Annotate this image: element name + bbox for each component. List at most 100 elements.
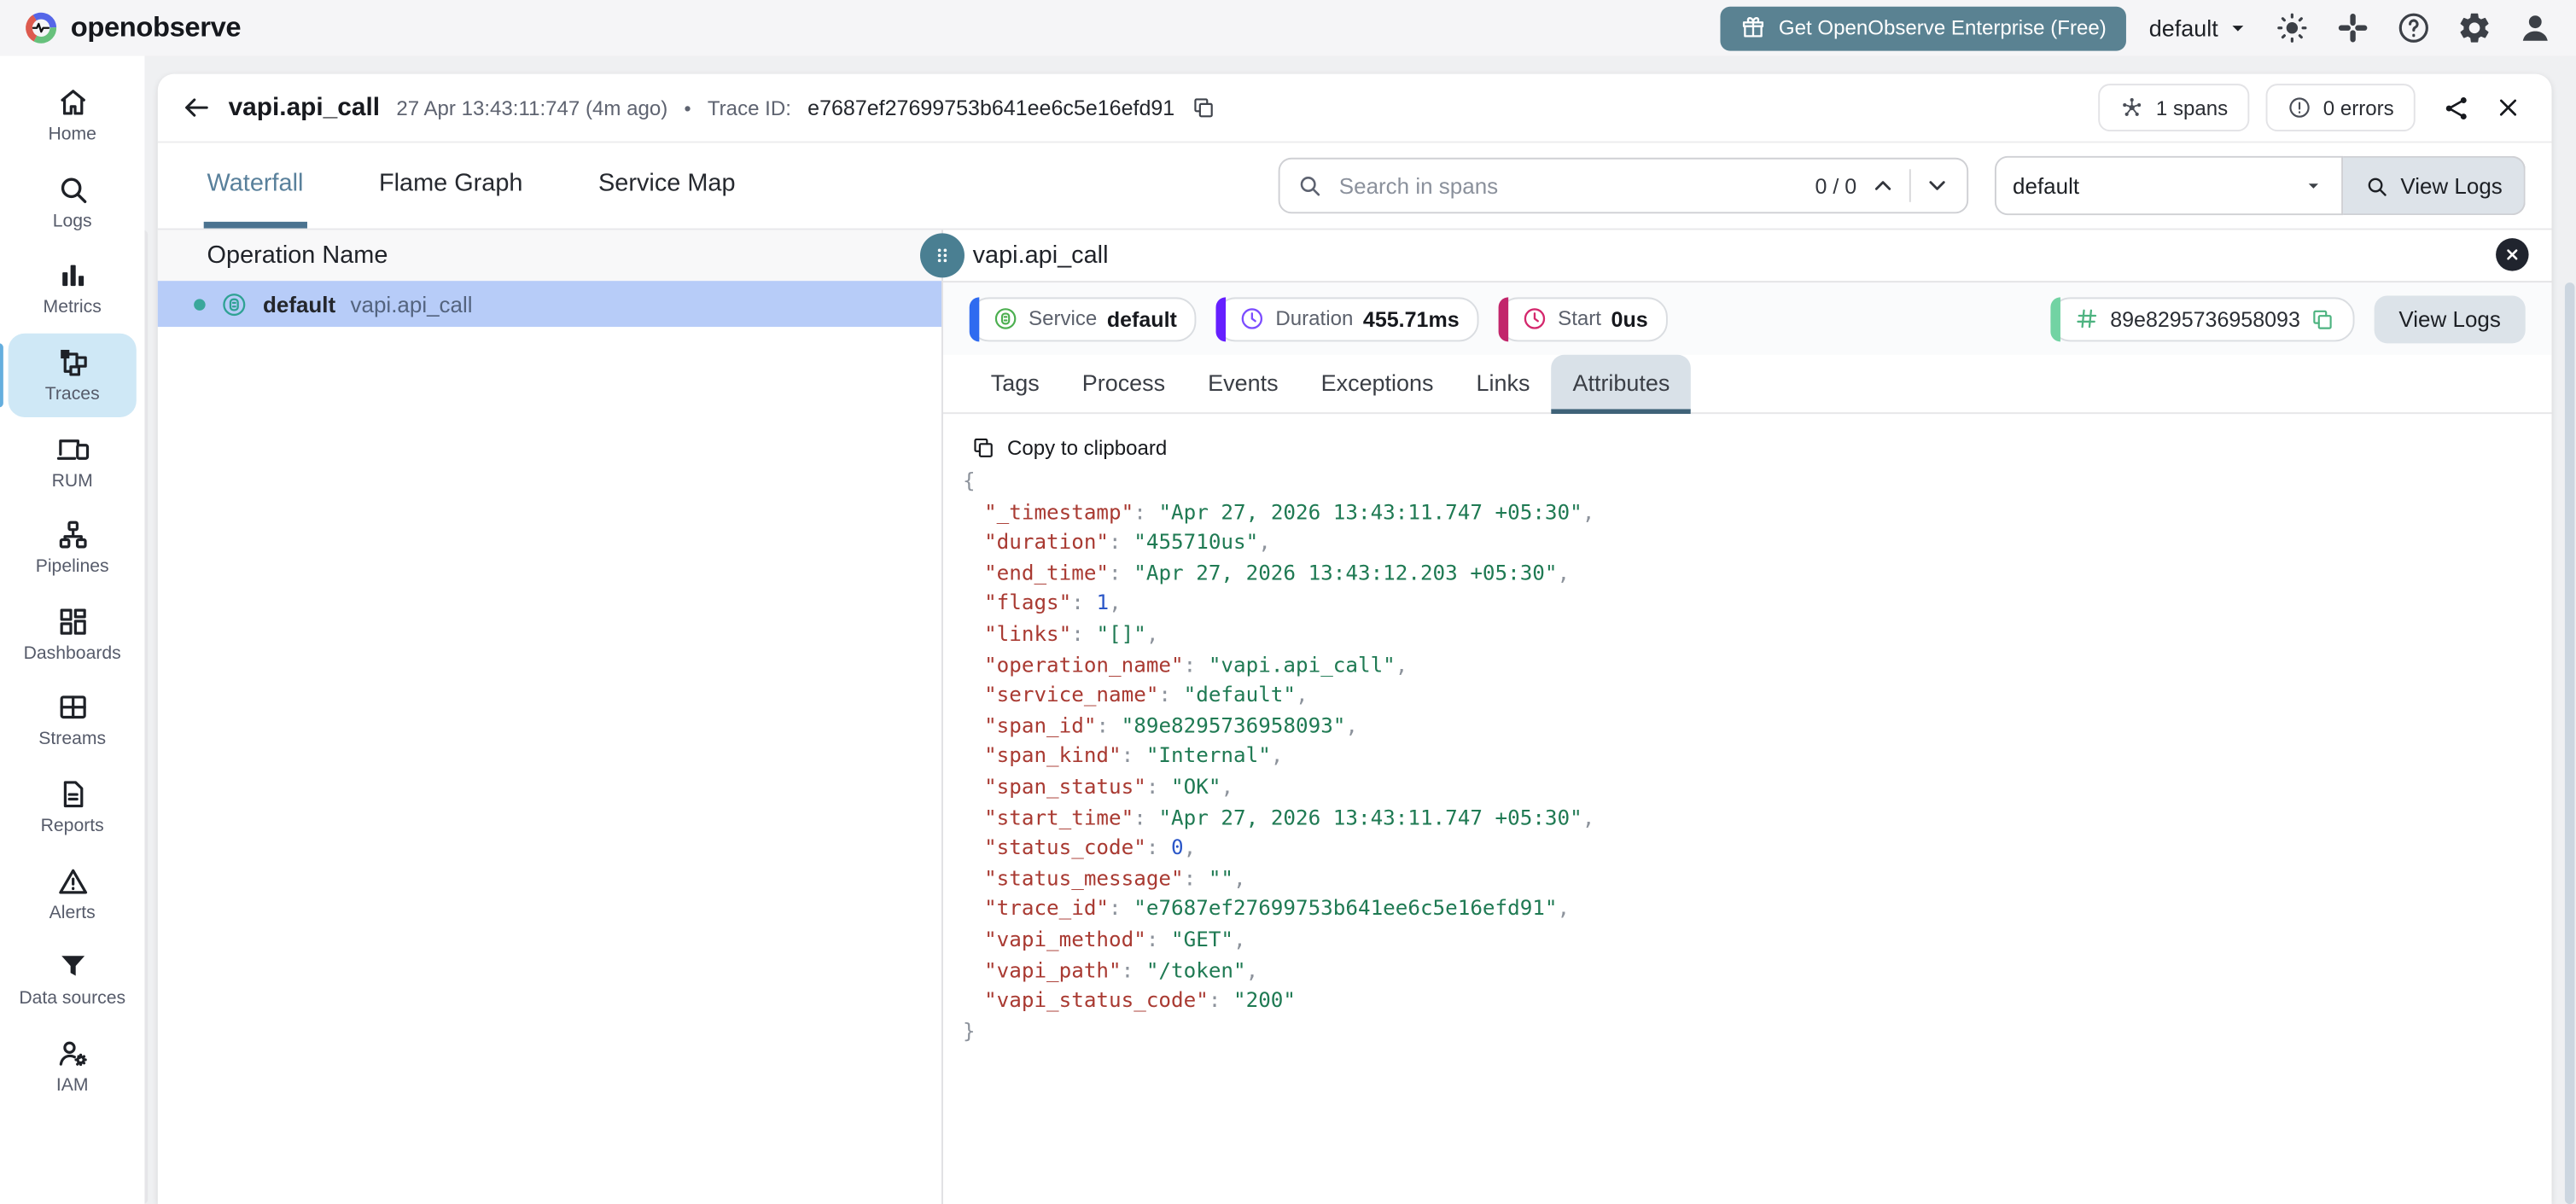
chevron-up-icon[interactable] (1870, 172, 1897, 199)
sidebar-item-traces[interactable]: Traces (9, 334, 137, 416)
sidebar-item-streams[interactable]: Streams (9, 679, 137, 762)
sidebar-item-label: Alerts (50, 903, 96, 923)
attribute-line: "duration": "455710us", (963, 527, 2551, 558)
top-bar: openobserve Get OpenObserve Enterprise (… (0, 0, 2576, 55)
json-token: , (1233, 865, 1246, 890)
tab-flame-graph[interactable]: Flame Graph (376, 143, 526, 228)
sidebar-item-label: Metrics (44, 298, 102, 318)
chip-accent (1499, 296, 1509, 340)
drag-handle-icon[interactable] (920, 233, 965, 277)
json-key: "service_name" (984, 682, 1158, 707)
chip-label: Service (1029, 307, 1097, 330)
sidebar-item-dashboards[interactable]: Dashboards (9, 593, 137, 676)
span-id-chip: 89e8295736958093 (2051, 296, 2355, 340)
json-key: "end_time" (984, 560, 1109, 585)
close-span-panel-icon[interactable] (2496, 238, 2529, 271)
sidebar-item-reports[interactable]: Reports (9, 765, 137, 848)
openobserve-logo[interactable]: openobserve (23, 10, 241, 46)
chevron-down-icon[interactable] (1924, 172, 1950, 199)
operation-name-header: Operation Name (158, 230, 941, 282)
home-icon (55, 85, 89, 119)
gear-icon[interactable] (2457, 10, 2492, 46)
clock-icon (1239, 305, 1266, 332)
slack-icon[interactable] (2334, 10, 2370, 46)
bars-icon (55, 259, 89, 293)
sidebar-item-label: Data sources (19, 990, 125, 1010)
json-token: , (1146, 621, 1159, 646)
stream-selector-value: default (2013, 173, 2079, 198)
tab-tags[interactable]: Tags (970, 355, 1061, 414)
json-key: "duration" (984, 529, 1109, 554)
json-token: "Apr 27, 2026 13:43:11.747 +05:30" (1158, 804, 1582, 829)
json-token: , (1258, 529, 1271, 554)
spans-count-badge: 1 spans (2098, 84, 2249, 131)
attribute-line: "operation_name": "vapi.api_call", (963, 649, 2551, 680)
sidebar-active-indicator (0, 343, 3, 406)
attribute-line: "service_name": "default", (963, 680, 2551, 711)
sidebar-item-data-sources[interactable]: Data sources (9, 939, 137, 1021)
span-panel-header: vapi.api_call (943, 230, 2552, 283)
sidebar-item-rum[interactable]: RUM (9, 420, 137, 503)
tab-attributes[interactable]: Attributes (1551, 355, 1691, 414)
attribute-line: "vapi_method": "GET", (963, 925, 2551, 956)
json-token: "89e8295736958093" (1122, 713, 1346, 737)
right-scrollbar[interactable] (2565, 282, 2575, 1204)
json-token: , (1296, 682, 1308, 707)
sidebar-item-logs[interactable]: Logs (9, 160, 137, 243)
json-token: : (1071, 590, 1096, 615)
trace-header: vapi.api_call 27 Apr 13:43:11:747 (4m ag… (158, 74, 2552, 143)
json-token: , (1345, 713, 1358, 737)
attribute-line: "span_kind": "Internal", (963, 742, 2551, 772)
waterfall-content: Operation Name default vapi.api_call (158, 230, 2552, 1204)
tab-events[interactable]: Events (1186, 355, 1299, 414)
person-icon[interactable] (2517, 10, 2553, 46)
json-token: : (1184, 651, 1209, 676)
span-operation-name: vapi.api_call (351, 292, 473, 317)
service-icon (220, 290, 248, 318)
json-key: "span_status" (984, 774, 1146, 799)
copy-trace-id-icon[interactable] (1191, 96, 1215, 120)
view-logs-button[interactable]: View Logs (2343, 156, 2526, 215)
copy-span-id-icon[interactable] (2310, 306, 2334, 331)
json-token: : (1122, 743, 1146, 768)
json-token: "200" (1233, 987, 1296, 1012)
sidebar-item-home[interactable]: Home (9, 74, 137, 157)
span-row[interactable]: default vapi.api_call (158, 281, 941, 327)
span-details-panel: vapi.api_call ServicedefaultDuration455.… (943, 230, 2552, 1204)
back-arrow-icon[interactable] (181, 92, 213, 124)
json-token: , (1271, 743, 1284, 768)
attribute-line: "links": "[]", (963, 619, 2551, 650)
caret-down-icon (2302, 174, 2325, 197)
openobserve-logo-icon (23, 10, 59, 46)
share-icon[interactable] (2442, 93, 2472, 123)
tab-links[interactable]: Links (1454, 355, 1551, 414)
tab-process[interactable]: Process (1061, 355, 1186, 414)
tab-exceptions[interactable]: Exceptions (1300, 355, 1455, 414)
attribute-line: "span_status": "OK", (963, 772, 2551, 803)
sidebar-item-metrics[interactable]: Metrics (9, 247, 137, 329)
json-token: "default" (1184, 682, 1296, 707)
sidebar-item-iam[interactable]: IAM (9, 1025, 137, 1108)
stream-selector[interactable]: default (1995, 156, 2343, 215)
service-icon (993, 305, 1019, 332)
json-token: "e7687ef27699753b641ee6c5e16efd91" (1134, 896, 1557, 921)
attributes-json: {"_timestamp": "Apr 27, 2026 13:43:11.74… (943, 467, 2552, 1047)
json-token: "[]" (1096, 621, 1145, 646)
search-input[interactable] (1336, 172, 1802, 200)
dashboard-icon (55, 604, 89, 638)
close-trace-icon[interactable] (2494, 94, 2522, 122)
enterprise-button[interactable]: Get OpenObserve Enterprise (Free) (1720, 6, 2126, 50)
tab-service-map[interactable]: Service Map (595, 143, 738, 228)
view-logs-button[interactable]: View Logs (2375, 295, 2526, 343)
org-selector[interactable]: default (2149, 15, 2251, 41)
sun-icon[interactable] (2274, 10, 2310, 46)
json-token: : (1146, 774, 1171, 799)
trace-icon (55, 345, 89, 379)
attribute-line: "_timestamp": "Apr 27, 2026 13:43:11.747… (963, 497, 2551, 527)
help-icon[interactable] (2396, 10, 2432, 46)
sidebar-item-alerts[interactable]: Alerts (9, 852, 137, 935)
copy-to-clipboard-button[interactable]: Copy to clipboard (971, 435, 2552, 460)
tab-waterfall[interactable]: Waterfall (204, 143, 307, 228)
header-icon-group (2274, 10, 2553, 46)
sidebar-item-pipelines[interactable]: Pipelines (9, 506, 137, 589)
